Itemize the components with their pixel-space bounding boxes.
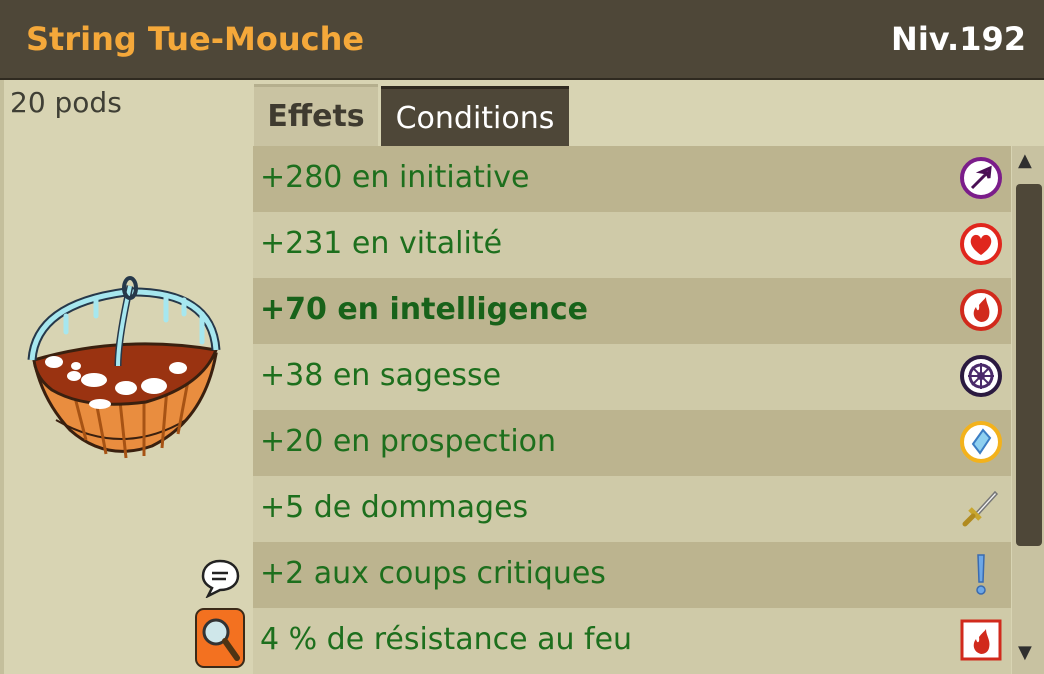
- effect-label: +280 en initiative: [260, 160, 530, 195]
- effect-label: +20 en prospection: [260, 424, 557, 459]
- tab-conditions[interactable]: Conditions: [381, 86, 569, 148]
- item-title-bar: String Tue-Mouche Niv.192: [0, 0, 1044, 80]
- effect-row: +38 en sagesse: [253, 344, 1011, 410]
- item-level: Niv.192: [891, 20, 1026, 58]
- chat-bubble-icon[interactable]: [200, 558, 240, 598]
- item-image: [27, 276, 221, 459]
- effect-row: +231 en vitalité: [253, 212, 1011, 278]
- prospection-gem-icon: [960, 421, 1002, 463]
- tab-effets[interactable]: Effets: [254, 84, 378, 146]
- vitality-heart-icon: [960, 223, 1002, 265]
- magnifier-inspect-icon[interactable]: [195, 608, 245, 668]
- effect-label: +5 de dommages: [260, 490, 529, 525]
- wisdom-wheel-icon: [960, 355, 1002, 397]
- effects-list: +280 en initiative +231 en vitalité +70 …: [253, 146, 1011, 674]
- effect-label: 4 % de résistance au feu: [260, 622, 633, 657]
- item-name: String Tue-Mouche: [26, 20, 365, 58]
- scroll-up-arrow-icon[interactable]: ▲: [1018, 150, 1032, 171]
- damage-sword-icon: [962, 490, 999, 527]
- effect-row: +280 en initiative: [253, 146, 1011, 212]
- effect-label: +70 en intelligence: [260, 292, 588, 327]
- critical-exclamation-icon: [976, 554, 986, 595]
- effect-label: +231 en vitalité: [260, 226, 503, 261]
- effect-row: 4 % de résistance au feu: [253, 608, 1011, 674]
- initiative-arrow-icon: [960, 157, 1002, 199]
- effect-label: +2 aux coups critiques: [260, 556, 606, 591]
- effect-label: +38 en sagesse: [260, 358, 502, 393]
- intelligence-flame-icon: [960, 289, 1002, 331]
- scrollbar-thumb[interactable]: [1016, 184, 1042, 546]
- effect-row: +20 en prospection: [253, 410, 1011, 476]
- effect-row: +5 de dommages: [253, 476, 1011, 542]
- effect-row: +2 aux coups critiques: [253, 542, 1011, 608]
- scroll-down-arrow-icon[interactable]: ▼: [1018, 642, 1032, 663]
- fire-resistance-icon: [960, 619, 1002, 661]
- effect-row: +70 en intelligence: [253, 278, 1011, 344]
- item-weight: 20 pods: [10, 86, 122, 119]
